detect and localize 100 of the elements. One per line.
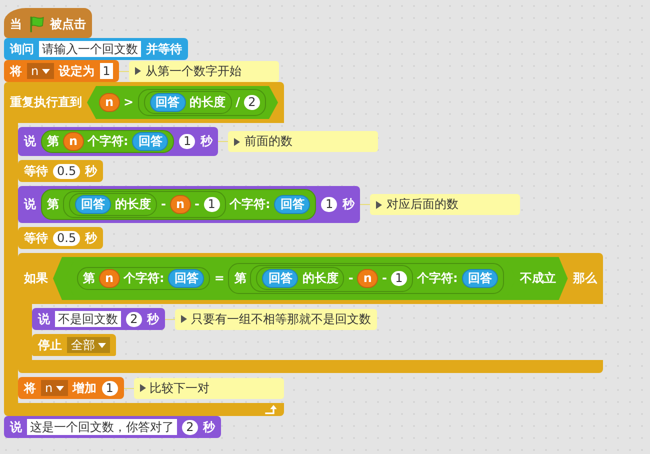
block-label: = <box>214 271 224 286</box>
block-label: 秒 <box>203 420 215 434</box>
block-label: 说 <box>10 420 22 434</box>
dropdown-menu[interactable]: n <box>41 380 68 396</box>
block-label: 个字符: <box>124 271 164 286</box>
block-label: - <box>348 271 354 286</box>
comment-text: 只要有一组不相等那就不是回文数 <box>191 310 371 328</box>
c-block-header[interactable]: 如果 第 n 个字符: 回答 = 第 回答 的长度 - n - 1 个字符: 回答 不成立 那么 <box>18 253 603 304</box>
number-input[interactable]: 1 <box>179 134 196 149</box>
number-input[interactable]: 1 <box>390 271 407 286</box>
block-label: 并等待 <box>146 42 182 56</box>
block-label: 秒 <box>147 312 159 326</box>
block-label: 第 <box>47 134 59 149</box>
block-label: 秒 <box>85 230 98 246</box>
number-input[interactable]: 0.5 <box>53 230 80 246</box>
caret-icon <box>56 386 64 390</box>
block-label: 不成立 <box>520 271 556 286</box>
boolean-block[interactable]: 第 n 个字符: 回答 = 第 回答 的长度 - n - 1 个字符: 回答 不成立 <box>53 257 568 300</box>
loop-arrow-icon <box>264 404 278 414</box>
caret-icon <box>42 68 50 74</box>
c-block-header[interactable]: 重复执行直到 n > 回答 的长度 / 2 <box>4 82 284 123</box>
number-input[interactable]: 1 <box>204 197 220 212</box>
block-label: 个字符: <box>88 134 128 149</box>
block-label: - <box>161 197 166 212</box>
triangle-icon <box>376 200 382 208</box>
block-label: 说 <box>24 197 36 212</box>
comment-text: 对应后面的数 <box>386 196 458 213</box>
command-block[interactable]: 说 不是回文数 2 秒 <box>32 308 165 330</box>
number-input[interactable]: 2 <box>244 95 260 110</box>
leader-line <box>165 318 175 320</box>
block-label: 增加 <box>72 380 97 396</box>
block-label: 等待 <box>24 164 48 178</box>
leader-line <box>218 141 228 142</box>
block-label: 回答 <box>268 271 292 286</box>
reporter-block[interactable]: 第 回答 的长度 - n - 1 个字符: 回答 <box>228 263 504 294</box>
command-block[interactable]: 说 第 回答 的长度 - n - 1 个字符: 回答 1 秒 <box>18 186 360 223</box>
reporter-block[interactable]: 回答 的长度 - n - 1 <box>250 265 413 292</box>
block-label: 回答 <box>81 197 105 212</box>
command-block[interactable]: 说 第 n 个字符: 回答 1 秒 <box>18 127 218 156</box>
block-label: n <box>69 134 78 149</box>
boolean-block[interactable]: n > 回答 的长度 / 2 <box>87 86 278 119</box>
block-label: - <box>194 197 200 212</box>
command-block[interactable]: 等待 0.5 秒 <box>18 227 104 249</box>
block-label: 个字符: <box>416 271 458 286</box>
reporter-block[interactable]: 回答 的长度 - n - 1 <box>63 191 226 218</box>
caret-icon <box>98 342 106 348</box>
block-label: 第 <box>83 271 95 286</box>
number-input[interactable]: 2 <box>182 420 198 434</box>
comment-text: 前面的数 <box>244 133 292 150</box>
text-input[interactable]: 不是回文数 <box>55 311 121 327</box>
block-label: 说 <box>38 312 50 326</box>
command-block[interactable]: 等待 0.5 秒 <box>18 160 104 182</box>
block-label: n <box>105 271 114 286</box>
block-label: 的长度 <box>190 95 226 110</box>
block-label: 的长度 <box>115 197 151 212</box>
block-label: 重复执行直到 <box>10 95 82 110</box>
command-block[interactable]: 询问 请输入一个回文数 并等待 <box>4 38 188 60</box>
text-input[interactable]: 1 <box>100 63 114 79</box>
command-block[interactable]: 将 n 设定为 1 <box>4 60 120 82</box>
dropdown-menu[interactable]: n <box>27 63 54 79</box>
triangle-icon <box>140 384 146 392</box>
block-label: 回答 <box>468 271 492 286</box>
block-label: n <box>176 197 185 212</box>
comment-text: 比较下一对 <box>150 380 210 396</box>
text-input[interactable]: 这是一个回文数，你答对了 <box>27 419 177 435</box>
block-label: 设定为 <box>58 64 95 78</box>
number-input[interactable]: 2 <box>126 312 142 326</box>
number-input[interactable]: 1 <box>321 197 338 212</box>
block-label: 的长度 <box>302 271 338 286</box>
command-block[interactable]: 说 这是一个回文数，你答对了 2 秒 <box>4 416 221 438</box>
block-label: 个字符: <box>230 197 270 212</box>
block-label: 第 <box>47 197 59 212</box>
block-label: 秒 <box>85 164 98 178</box>
block-label: 回答 <box>156 95 180 110</box>
block-label: 秒 <box>200 134 212 149</box>
number-input[interactable]: 0.5 <box>53 164 80 178</box>
block-label: > <box>124 95 134 110</box>
block-label: 那么 <box>572 271 597 286</box>
command-block[interactable]: 将 n 增加 1 <box>18 377 124 399</box>
number-input[interactable]: 1 <box>102 380 118 396</box>
reporter-block[interactable]: 第 回答 的长度 - n - 1 个字符: 回答 <box>41 189 316 220</box>
block-label: - <box>382 271 387 286</box>
block-label: 停止 <box>38 338 62 352</box>
block-label: 回答 <box>280 197 304 212</box>
triangle-icon <box>234 138 240 146</box>
block-label: 第 <box>234 271 246 286</box>
block-label: 等待 <box>24 230 48 246</box>
block-label: 说 <box>24 134 36 149</box>
triangle-icon <box>135 67 142 75</box>
leader-line <box>360 204 370 205</box>
block-label: 将 <box>10 64 22 78</box>
block-label: n <box>105 95 114 110</box>
block-label: n <box>363 271 372 286</box>
triangle-icon <box>181 315 187 323</box>
block-label: 如果 <box>24 271 48 286</box>
leader-line <box>119 70 130 72</box>
block-label: 将 <box>24 380 36 396</box>
block-label: 回答 <box>138 134 162 149</box>
text-input[interactable]: 请输入一个回文数 <box>39 41 141 57</box>
reporter-block[interactable]: 回答 的长度 / 2 <box>138 89 266 116</box>
